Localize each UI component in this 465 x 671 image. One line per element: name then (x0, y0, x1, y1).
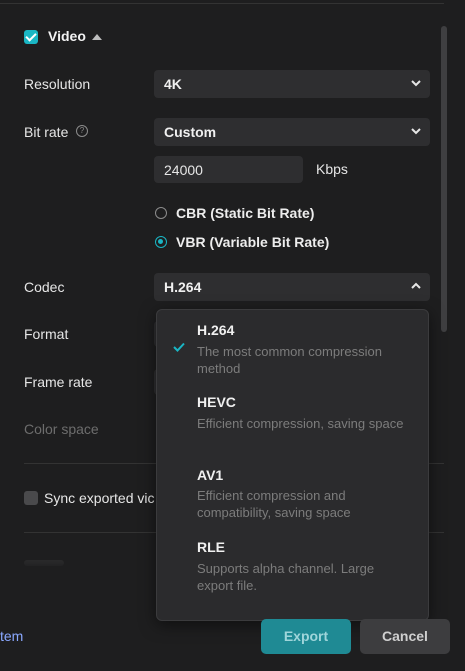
chevron-down-icon (411, 128, 421, 135)
sync-label[interactable]: Sync exported vic (44, 490, 155, 506)
bitrate-label: Bit rate (24, 124, 69, 140)
chevron-up-icon (411, 282, 421, 289)
codec-dropdown-menu[interactable]: H.264 The most common compression method… (156, 309, 429, 621)
scrollbar[interactable] (441, 26, 447, 332)
sync-checkbox[interactable] (24, 491, 38, 505)
codec-option-title: AV1 (197, 467, 224, 483)
cbr-radio[interactable] (155, 207, 167, 219)
framerate-label: Frame rate (24, 374, 93, 390)
bitrate-mode-value: Custom (164, 124, 217, 140)
bitrate-select[interactable]: Custom (154, 118, 430, 146)
video-checkbox[interactable] (24, 30, 38, 44)
codec-option-title: H.264 (197, 322, 235, 338)
help-icon[interactable]: ? (76, 125, 88, 137)
vbr-radio[interactable] (155, 236, 167, 248)
top-divider (0, 0, 444, 4)
video-section-title[interactable]: Video (48, 28, 86, 44)
cancel-button[interactable]: Cancel (360, 619, 450, 654)
codec-option-title: HEVC (197, 394, 236, 410)
format-label: Format (24, 326, 69, 342)
resolution-value: 4K (164, 76, 182, 92)
colorspace-label: Color space (24, 421, 99, 437)
vbr-radio-label[interactable]: VBR (Variable Bit Rate) (176, 234, 329, 250)
cbr-radio-label[interactable]: CBR (Static Bit Rate) (176, 205, 314, 221)
codec-option-desc: The most common compression method (197, 344, 382, 376)
codec-value: H.264 (164, 279, 202, 295)
bitrate-input[interactable]: 24000 (154, 156, 303, 183)
codec-option-title: RLE (197, 539, 225, 555)
export-button[interactable]: Export (261, 619, 351, 654)
codec-label: Codec (24, 279, 65, 295)
codec-select[interactable]: H.264 (154, 273, 430, 301)
resolution-label: Resolution (24, 76, 91, 92)
chevron-down-icon (411, 80, 421, 87)
codec-option-desc: Efficient compression and compatibility,… (197, 488, 351, 520)
bitrate-unit: Kbps (316, 161, 348, 177)
codec-option-desc: Supports alpha channel. Large export fil… (197, 561, 375, 593)
codec-option-desc: Efficient compression, saving space (197, 416, 404, 431)
resolution-select[interactable]: 4K (154, 70, 430, 98)
bitrate-input-value: 24000 (164, 162, 203, 178)
footer-link[interactable]: tem (0, 628, 23, 644)
check-icon (173, 342, 185, 352)
collapse-triangle-icon[interactable] (92, 34, 102, 40)
